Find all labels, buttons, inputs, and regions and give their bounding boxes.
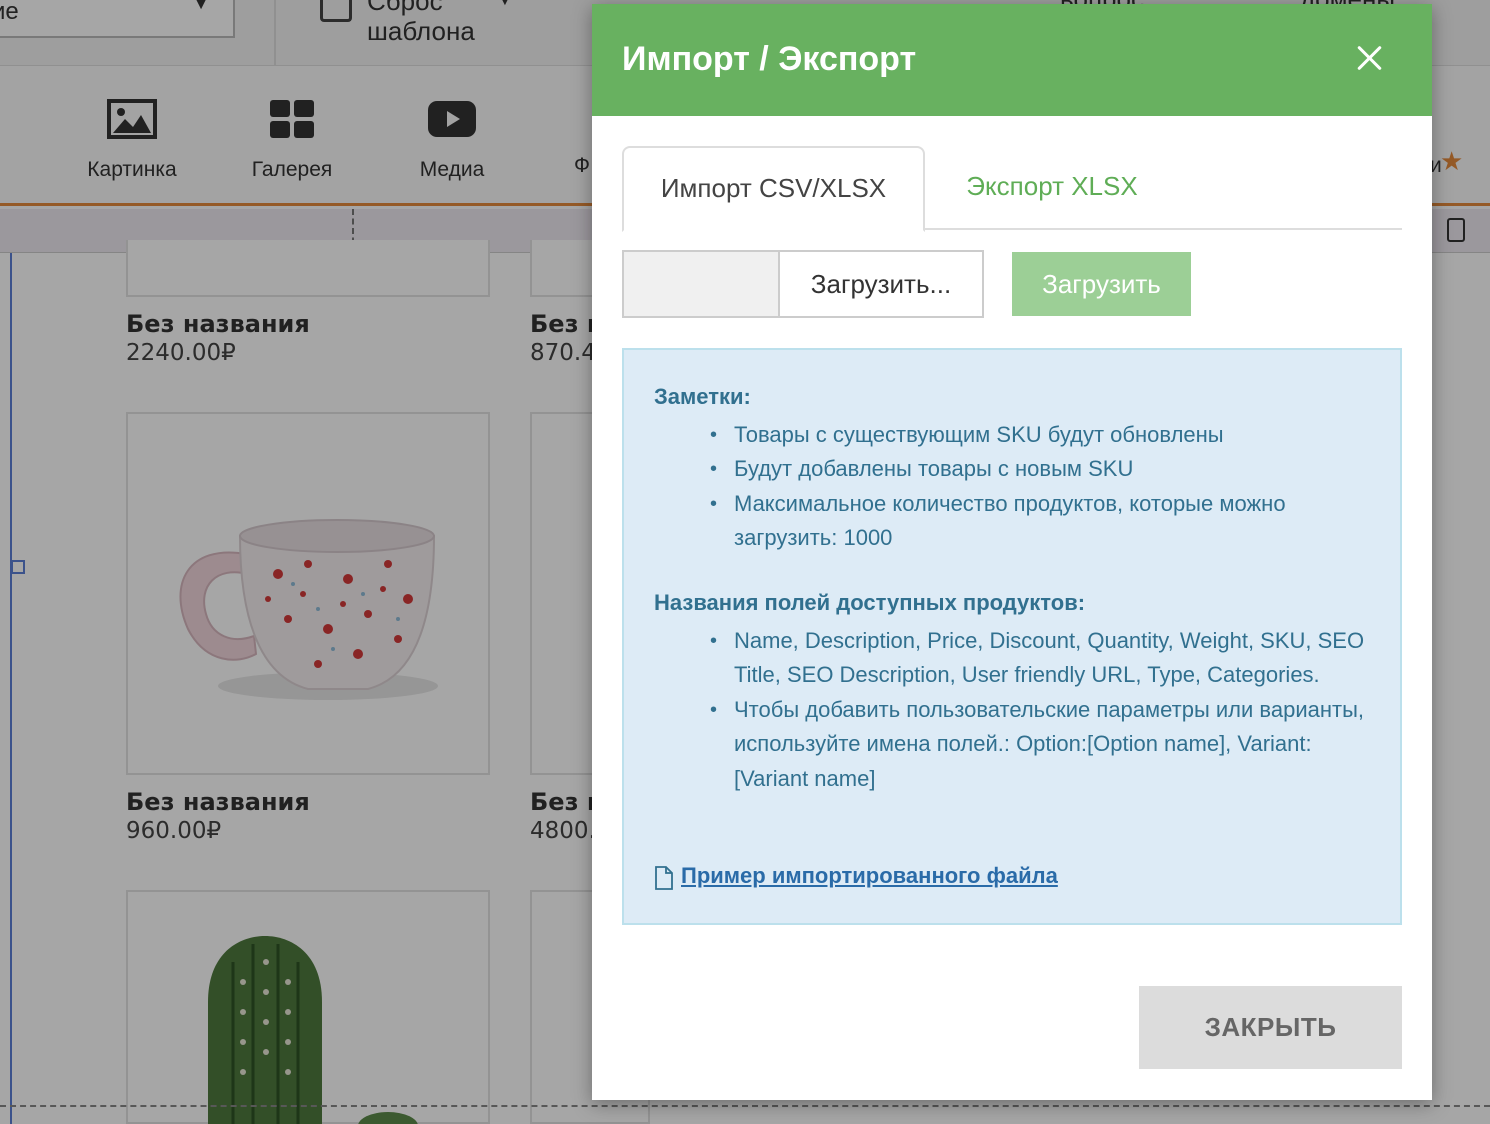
list-item: Товары с существующим SKU будут обновлен…: [654, 418, 1374, 453]
document-icon: [655, 866, 673, 890]
tab-export[interactable]: Экспорт XLSX: [925, 146, 1179, 230]
import-export-modal: Импорт / Экспорт Импорт CSV/XLSX Экспорт…: [592, 4, 1432, 1100]
choose-file-button[interactable]: Загрузить...: [778, 250, 984, 318]
list-item: Будут добавлены товары с новым SKU: [654, 452, 1374, 487]
fields-list: Name, Description, Price, Discount, Quan…: [654, 624, 1374, 796]
file-input[interactable]: Загрузить...: [622, 250, 984, 318]
list-item: Максимальное количество продуктов, котор…: [654, 487, 1374, 556]
list-item: Чтобы добавить пользовательские параметр…: [654, 693, 1374, 796]
modal-title: Импорт / Экспорт: [622, 40, 917, 78]
upload-button[interactable]: Загрузить: [1012, 252, 1191, 316]
example-file-link[interactable]: Пример импортированного файла: [681, 863, 1058, 889]
notes-panel: Заметки: Товары с существующим SKU будут…: [622, 348, 1402, 925]
tab-import[interactable]: Импорт CSV/XLSX: [622, 146, 925, 232]
tab-bar: Импорт CSV/XLSX Экспорт XLSX: [622, 146, 1402, 232]
modal-header: Импорт / Экспорт: [592, 4, 1432, 116]
notes-list: Товары с существующим SKU будут обновлен…: [654, 418, 1374, 556]
list-item: Name, Description, Price, Discount, Quan…: [654, 624, 1374, 693]
close-button[interactable]: ЗАКРЫТЬ: [1139, 986, 1402, 1069]
close-icon[interactable]: [1352, 40, 1388, 76]
notes-heading: Заметки:: [654, 384, 751, 409]
fields-heading: Названия полей доступных продуктов:: [654, 590, 1086, 615]
